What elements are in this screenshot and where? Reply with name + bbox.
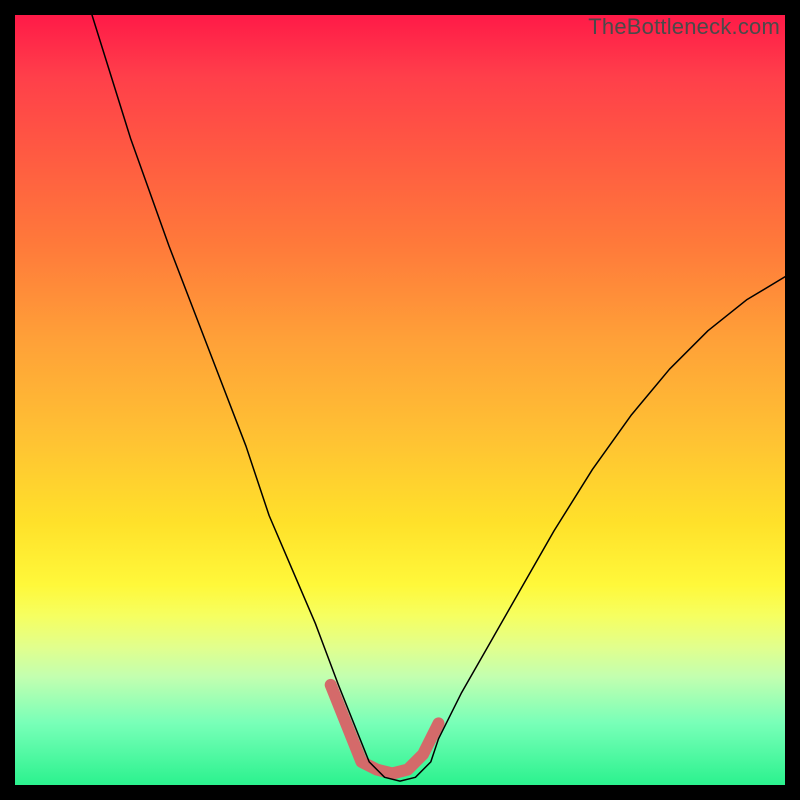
plot-area bbox=[15, 15, 785, 785]
chart-frame: TheBottleneck.com bbox=[0, 0, 800, 800]
